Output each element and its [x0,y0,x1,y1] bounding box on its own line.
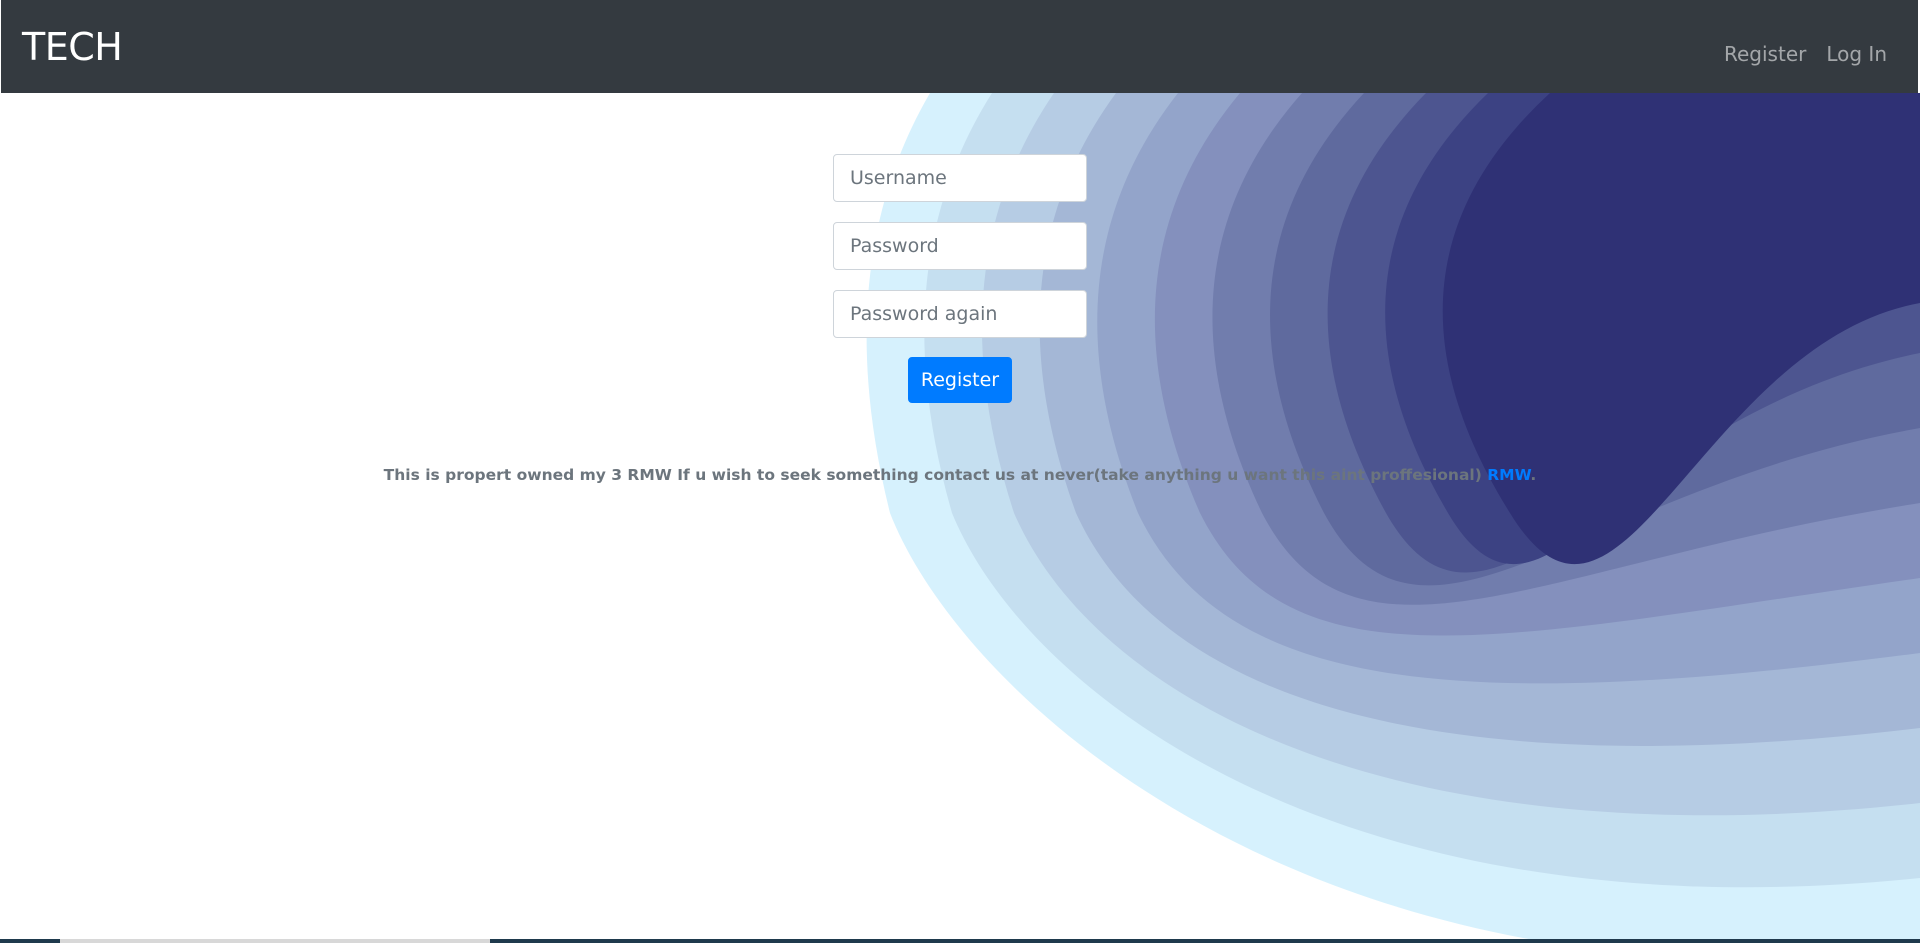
password-input[interactable] [833,222,1087,270]
register-form: Register [833,154,1087,403]
password-again-input[interactable] [833,290,1087,338]
footer-suffix: . [1530,466,1537,484]
register-button[interactable]: Register [908,357,1012,403]
username-input[interactable] [833,154,1087,202]
footer-text: This is propert owned my 3 RMW If u wish… [383,466,1488,484]
top-navbar: TECH Register Log In [0,0,1920,93]
brand-logo[interactable]: TECH [22,23,123,71]
nav-register-link[interactable]: Register [1724,40,1806,68]
nav-links: Register Log In [1724,40,1887,68]
footer-rmw-link[interactable]: RMW [1487,466,1530,484]
bottom-strip-segment [60,939,490,943]
page: TECH Register Log In Register This is pr… [0,0,1920,943]
bottom-strip-segment [0,939,60,943]
bottom-scroll-strip [0,939,1920,943]
nav-login-link[interactable]: Log In [1826,40,1887,68]
footer-note: This is propert owned my 3 RMW If u wish… [0,466,1920,484]
bottom-strip-segment [490,939,1920,943]
